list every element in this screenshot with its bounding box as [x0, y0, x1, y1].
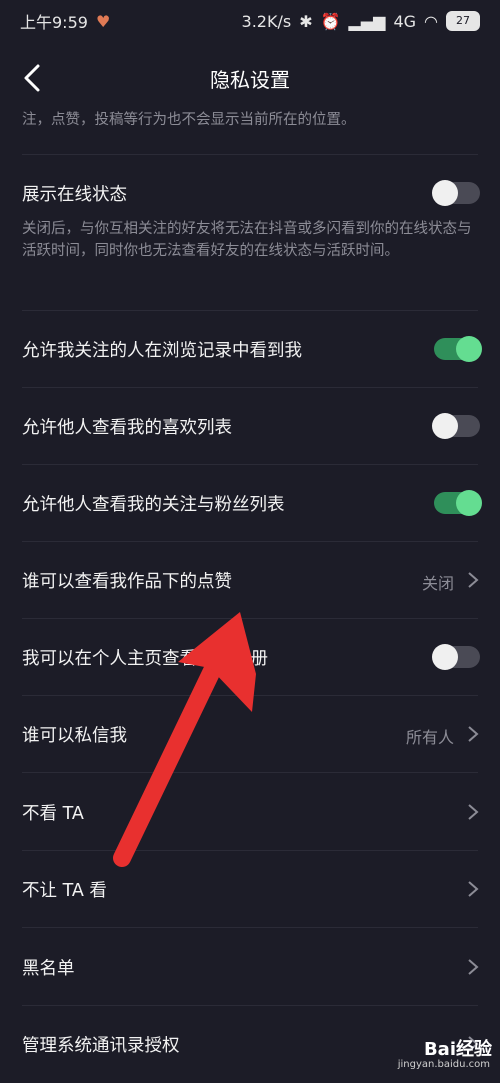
divider	[22, 464, 478, 465]
baidu-jingyan-watermark: Bai经验 jingyan.baidu.com	[382, 1035, 492, 1075]
works-likes-visibility-value[interactable]: 关闭	[422, 570, 454, 594]
works-likes-visibility-label[interactable]: 谁可以查看我作品下的点赞	[22, 568, 232, 593]
divider	[22, 850, 478, 851]
toggle-knob	[432, 644, 458, 670]
divider	[22, 310, 478, 311]
chevron-right-icon[interactable]	[466, 571, 480, 589]
chevron-right-icon[interactable]	[466, 958, 480, 976]
toggle-knob	[432, 180, 458, 206]
online-status-description: 关闭后，与你互相关注的好友将无法在抖音或多闪看到你的在线状态与活跃时间，同时你也…	[22, 221, 472, 259]
divider	[22, 695, 478, 696]
nav-bar: 隐私设置	[0, 50, 500, 106]
chevron-right-icon[interactable]	[466, 880, 480, 898]
toggle-knob	[456, 490, 482, 516]
direct-message-value[interactable]: 所有人	[406, 724, 454, 748]
location-note: 注，点赞，投稿等行为也不会显示当前所在的位置。	[22, 112, 356, 128]
watermark-url: jingyan.baidu.com	[397, 1059, 490, 1070]
toggle-knob	[456, 336, 482, 362]
divider	[22, 541, 478, 542]
hide-my-posts-label[interactable]: 不让 TA 看	[22, 877, 107, 902]
back-arrow-icon[interactable]	[18, 60, 46, 96]
profile-album-label-tail: 相册	[233, 649, 268, 669]
signal-icon: ▂▄▆	[348, 11, 386, 31]
health-heart-icon: ♥	[95, 11, 111, 31]
network-type: 4G	[393, 11, 417, 31]
chevron-right-icon[interactable]	[466, 803, 480, 821]
page-title: 隐私设置	[210, 67, 290, 92]
bluetooth-icon: ✱	[299, 11, 313, 31]
browse-history-label: 允许我关注的人在浏览记录中看到我	[22, 341, 302, 361]
status-bar: 上午9:59 ♥ 3.2K/s ✱ ⏰ ▂▄▆ 4G ◠ 27	[0, 0, 500, 42]
status-time: 上午9:59	[20, 13, 88, 32]
divider	[22, 772, 478, 773]
profile-album-label: 我可以在个人主页查看 相册	[22, 645, 268, 670]
online-status-toggle[interactable]	[432, 180, 480, 206]
alarm-icon: ⏰	[320, 11, 341, 31]
like-list-toggle[interactable]	[432, 413, 480, 439]
online-status-label: 展示在线状态	[22, 185, 127, 205]
divider	[22, 618, 478, 619]
wifi-icon: ◠	[424, 11, 438, 31]
direct-message-label[interactable]: 谁可以私信我	[22, 722, 127, 747]
divider	[22, 154, 478, 155]
like-list-label: 允许他人查看我的喜欢列表	[22, 418, 232, 438]
divider	[22, 1005, 478, 1006]
profile-album-toggle[interactable]	[432, 644, 480, 670]
divider	[22, 927, 478, 928]
follow-fans-list-toggle[interactable]	[434, 490, 482, 516]
watermark-main: Bai经验	[423, 1039, 492, 1060]
contacts-permission-label[interactable]: 管理系统通讯录授权	[22, 1032, 180, 1057]
chevron-right-icon[interactable]	[466, 725, 480, 743]
profile-album-label-head: 我可以在个人主页查看	[22, 649, 197, 669]
toggle-knob	[432, 413, 458, 439]
divider	[22, 387, 478, 388]
hide-their-posts-label[interactable]: 不看 TA	[22, 800, 84, 825]
browse-history-toggle[interactable]	[434, 336, 482, 362]
blacklist-label[interactable]: 黑名单	[22, 955, 75, 980]
follow-fans-list-label: 允许他人查看我的关注与粉丝列表	[22, 495, 285, 515]
battery-icon: 27	[446, 11, 480, 31]
network-speed: 3.2K/s	[241, 11, 292, 31]
